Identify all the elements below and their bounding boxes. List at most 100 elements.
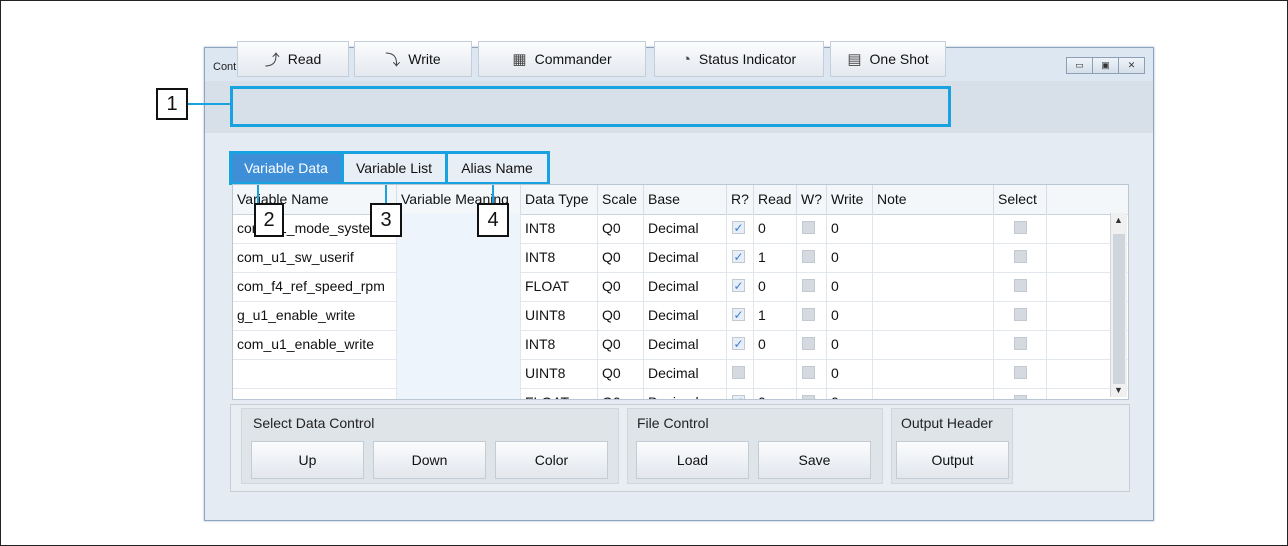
cell-name[interactable] bbox=[233, 359, 397, 388]
table-row[interactable]: com_f4_ref_speed_rpm FLOAT Q0 Decimal ✓ 0 0 bbox=[233, 272, 1128, 302]
cell-type[interactable]: UINT8 bbox=[521, 359, 598, 388]
cell-read[interactable]: 1 bbox=[754, 301, 797, 330]
cell-type[interactable]: INT8 bbox=[521, 330, 598, 359]
cell-scale[interactable]: Q0 bbox=[598, 214, 644, 243]
cell-r-checkbox[interactable]: ✓ bbox=[727, 214, 754, 243]
cell-w-checkbox[interactable] bbox=[797, 214, 827, 243]
cell-w-checkbox[interactable] bbox=[797, 272, 827, 301]
unchecked-checkbox[interactable] bbox=[802, 395, 815, 399]
cell-read[interactable] bbox=[754, 359, 797, 388]
cell-note[interactable] bbox=[873, 359, 994, 388]
cell-scale[interactable]: Q0 bbox=[598, 359, 644, 388]
cell-read[interactable]: 0 bbox=[754, 272, 797, 301]
cell-meaning[interactable] bbox=[397, 243, 521, 272]
cell-type[interactable]: FLOAT bbox=[521, 272, 598, 301]
cell-base[interactable]: Decimal bbox=[644, 214, 727, 243]
cell-base[interactable]: Decimal bbox=[644, 272, 727, 301]
checked-checkbox[interactable]: ✓ bbox=[732, 337, 745, 350]
cell-base[interactable]: Decimal bbox=[644, 243, 727, 272]
cell-read[interactable]: 0 bbox=[754, 330, 797, 359]
cell-name[interactable]: g_u1_enable_write bbox=[233, 301, 397, 330]
col-select[interactable]: Select bbox=[994, 185, 1047, 214]
cell-base[interactable]: Decimal bbox=[644, 330, 727, 359]
table-row[interactable]: com_u1_mode_system INT8 Q0 Decimal ✓ 0 0 bbox=[233, 214, 1128, 244]
cell-meaning[interactable] bbox=[397, 301, 521, 330]
cell-scale[interactable]: Q0 bbox=[598, 388, 644, 399]
vertical-scrollbar[interactable]: ▲ ▼ bbox=[1110, 213, 1127, 397]
scroll-down-icon[interactable]: ▼ bbox=[1114, 385, 1123, 395]
col-data-type[interactable]: Data Type bbox=[521, 185, 598, 214]
load-button[interactable]: Load bbox=[636, 441, 749, 479]
table-row[interactable]: com_u1_sw_userif INT8 Q0 Decimal ✓ 1 0 bbox=[233, 243, 1128, 273]
col-base[interactable]: Base bbox=[644, 185, 727, 214]
checked-checkbox[interactable]: ✓ bbox=[732, 279, 745, 292]
cell-type[interactable]: INT8 bbox=[521, 214, 598, 243]
one-shot-button[interactable]: ▤ One Shot bbox=[830, 41, 946, 77]
unchecked-checkbox[interactable] bbox=[1014, 250, 1027, 263]
cell-w-checkbox[interactable] bbox=[797, 359, 827, 388]
col-r[interactable]: R? bbox=[727, 185, 754, 214]
cell-scale[interactable]: Q0 bbox=[598, 243, 644, 272]
color-button[interactable]: Color bbox=[495, 441, 608, 479]
unchecked-checkbox[interactable] bbox=[802, 337, 815, 350]
cell-base[interactable]: Decimal bbox=[644, 359, 727, 388]
cell-r-checkbox[interactable]: ✓ bbox=[727, 301, 754, 330]
col-read[interactable]: Read bbox=[754, 185, 797, 214]
unchecked-checkbox[interactable] bbox=[802, 279, 815, 292]
unchecked-checkbox[interactable] bbox=[1014, 308, 1027, 321]
cell-scale[interactable]: Q0 bbox=[598, 272, 644, 301]
table-row[interactable]: FLOATQ0Decimal ✓ 0 0 bbox=[233, 388, 1128, 399]
write-button[interactable]: ⤵ Write bbox=[354, 41, 472, 77]
cell-w-checkbox[interactable] bbox=[797, 330, 827, 359]
cell-meaning[interactable] bbox=[397, 330, 521, 359]
cell-select-checkbox[interactable] bbox=[994, 330, 1047, 359]
cell-select-checkbox[interactable] bbox=[994, 301, 1047, 330]
cell-note[interactable] bbox=[873, 214, 994, 243]
cell-name[interactable]: com_u1_enable_write bbox=[233, 330, 397, 359]
cell-r-checkbox[interactable]: ✓ bbox=[727, 330, 754, 359]
unchecked-checkbox[interactable] bbox=[1014, 279, 1027, 292]
cell-name[interactable] bbox=[233, 388, 397, 399]
unchecked-checkbox[interactable] bbox=[802, 250, 815, 263]
cell-write[interactable]: 0 bbox=[827, 330, 873, 359]
cell-note[interactable] bbox=[873, 301, 994, 330]
table-row[interactable]: UINT8 Q0 Decimal 0 bbox=[233, 359, 1128, 389]
status-indicator-button[interactable]: ◔ Status Indicator bbox=[654, 41, 824, 77]
save-button[interactable]: Save bbox=[758, 441, 871, 479]
maximize-icon[interactable]: ▣ bbox=[1092, 57, 1119, 74]
cell-select-checkbox[interactable] bbox=[994, 214, 1047, 243]
checked-checkbox[interactable]: ✓ bbox=[732, 221, 745, 234]
up-button[interactable]: Up bbox=[251, 441, 364, 479]
unchecked-checkbox[interactable] bbox=[1014, 337, 1027, 350]
cell-read[interactable]: 1 bbox=[754, 243, 797, 272]
scroll-up-icon[interactable]: ▲ bbox=[1114, 215, 1123, 225]
table-row[interactable]: g_u1_enable_write UINT8 Q0 Decimal ✓ 1 0 bbox=[233, 301, 1128, 331]
unchecked-checkbox[interactable] bbox=[802, 366, 815, 379]
checked-checkbox[interactable]: ✓ bbox=[732, 395, 745, 399]
col-write[interactable]: Write bbox=[827, 185, 873, 214]
unchecked-checkbox[interactable] bbox=[802, 308, 815, 321]
cell-select-checkbox[interactable] bbox=[994, 272, 1047, 301]
cell-w-checkbox[interactable] bbox=[797, 388, 827, 399]
down-button[interactable]: Down bbox=[373, 441, 486, 479]
cell-write[interactable]: 0 bbox=[827, 359, 873, 388]
close-icon[interactable]: ✕ bbox=[1118, 57, 1145, 74]
cell-r-checkbox[interactable]: ✓ bbox=[727, 243, 754, 272]
cell-meaning[interactable] bbox=[397, 272, 521, 301]
cell-r-checkbox[interactable] bbox=[727, 359, 754, 388]
cell-write[interactable]: 0 bbox=[827, 272, 873, 301]
cell-read[interactable]: 0 bbox=[754, 214, 797, 243]
cell-r-checkbox[interactable]: ✓ bbox=[727, 272, 754, 301]
cell-meaning[interactable] bbox=[397, 359, 521, 388]
unchecked-checkbox[interactable] bbox=[1014, 221, 1027, 234]
cell-meaning[interactable] bbox=[397, 388, 521, 399]
cell-w-checkbox[interactable] bbox=[797, 301, 827, 330]
cell-scale[interactable]: Q0 bbox=[598, 330, 644, 359]
cell-r-checkbox[interactable]: ✓ bbox=[727, 388, 754, 399]
cell-write[interactable]: 0 bbox=[827, 214, 873, 243]
cell-name[interactable]: com_f4_ref_speed_rpm bbox=[233, 272, 397, 301]
minimize-icon[interactable]: ▭ bbox=[1066, 57, 1093, 74]
scroll-thumb[interactable] bbox=[1113, 234, 1125, 384]
cell-note[interactable] bbox=[873, 388, 994, 399]
cell-write[interactable]: 0 bbox=[827, 388, 873, 399]
